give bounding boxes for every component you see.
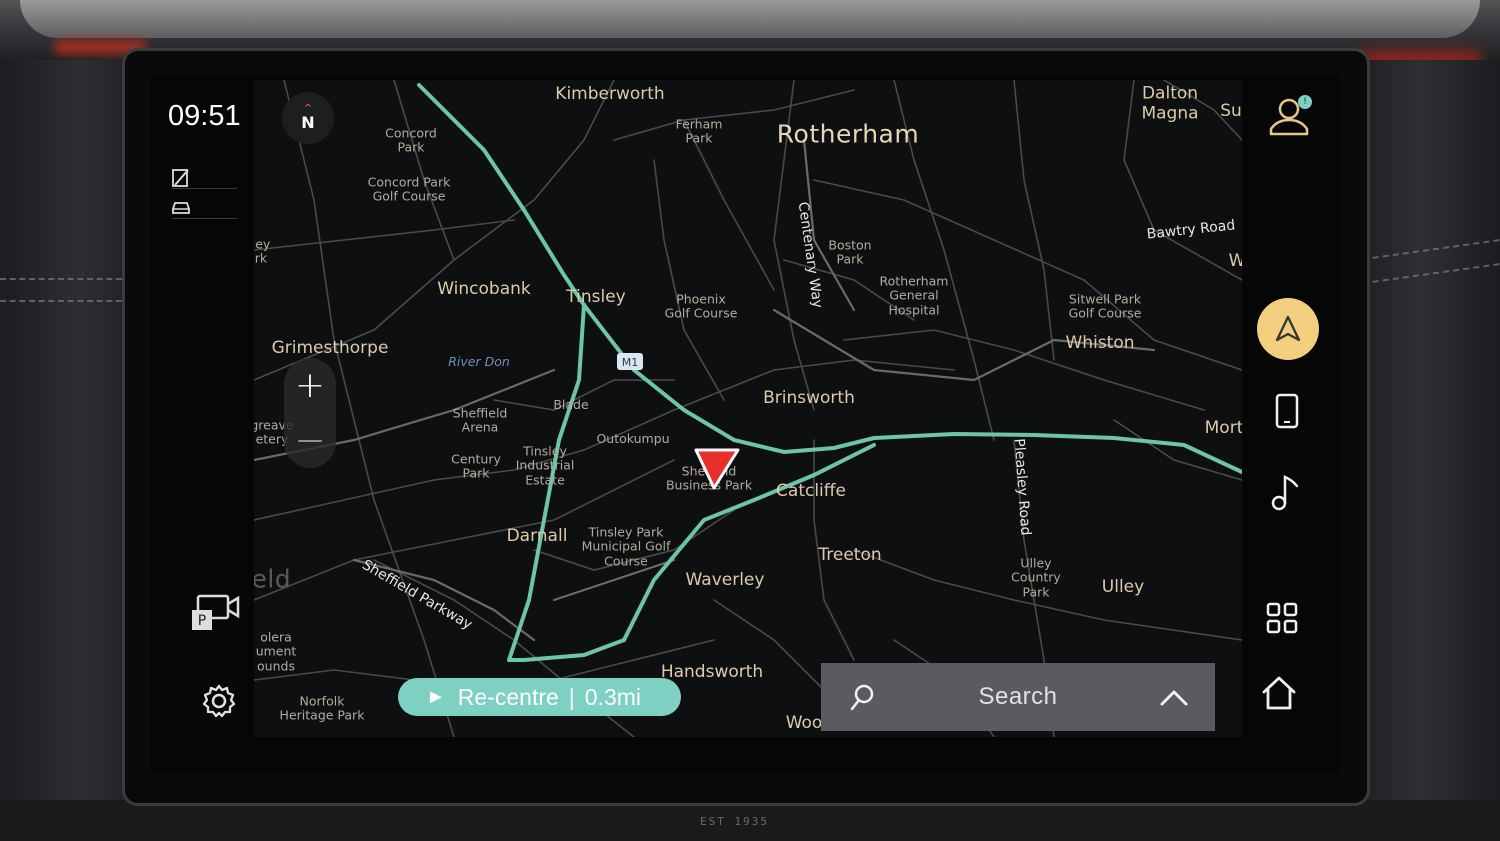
map-label: olera ument ounds: [255, 629, 297, 674]
chevron-up-icon[interactable]: [1159, 687, 1189, 707]
map-label: Waverley: [685, 570, 765, 591]
map-label: Ferham Park: [675, 116, 723, 146]
map-label: Concord Park Golf Course: [367, 174, 451, 204]
map-label: Grimesthorpe: [271, 338, 389, 359]
map-label: Ulley Country Park: [1011, 555, 1061, 600]
map-label: Century Park: [451, 451, 501, 481]
map-label: Tinsley Industrial Estate: [515, 443, 575, 488]
current-location-arrow: [694, 448, 740, 490]
map-label: Mort: [1204, 418, 1242, 439]
recentre-distance: 0.3mi: [584, 683, 642, 710]
map-label: Ulley: [1101, 577, 1145, 598]
map-label: Treeton: [818, 545, 882, 566]
home-icon[interactable]: [1260, 674, 1298, 712]
search-bar[interactable]: Search: [821, 663, 1215, 731]
leather-panel-right: [1365, 60, 1500, 841]
engraving: EST 1935: [700, 815, 769, 828]
settings-icon[interactable]: [201, 683, 237, 719]
separator: [172, 188, 237, 189]
map-label: Darnall: [506, 526, 568, 547]
map-label: W: [1228, 251, 1242, 272]
map-label: Brinsworth: [763, 388, 855, 409]
map-label: Su: [1220, 101, 1242, 122]
zoom-out-button[interactable]: —: [284, 413, 336, 468]
apps-grid-icon[interactable]: [1266, 602, 1298, 634]
map-label: Sitwell Park Golf Course: [1068, 291, 1142, 321]
map-label: Dalton Magna: [1141, 83, 1199, 123]
zoom-control: + —: [284, 358, 336, 468]
camera-park-icon[interactable]: P: [192, 590, 240, 632]
north-indicator-icon: ^: [303, 102, 313, 114]
motorway-shield-label: M1: [622, 356, 639, 369]
map-label: Whiston: [1065, 333, 1135, 354]
navigation-icon: [1275, 315, 1301, 342]
map-label: Sheffield Arena: [452, 405, 508, 435]
separator: [172, 218, 237, 219]
car-icon[interactable]: [171, 199, 191, 215]
search-label: Search: [978, 683, 1058, 710]
map-label: Wincobank: [437, 279, 531, 300]
map-label: Phoenix Golf Course: [664, 291, 738, 321]
map-label: Rotherham General Hospital: [879, 273, 949, 318]
divider: |: [568, 683, 575, 710]
map-label: Catcliffe: [776, 481, 846, 502]
stitching: [0, 278, 122, 280]
map-label: ley rk: [254, 236, 271, 266]
map-label: Blade: [553, 396, 589, 412]
phone-icon[interactable]: [1275, 393, 1299, 429]
compass-label: N: [301, 112, 315, 132]
search-icon: [850, 684, 874, 711]
map-label: Rotherham: [776, 119, 920, 149]
map-label: Tinsley Park Municipal Golf Course: [581, 524, 671, 569]
leather-panel-left: [0, 60, 135, 841]
map-label: Concord Park: [385, 125, 437, 155]
notification-badge: !: [1298, 95, 1312, 109]
clock: 09:51: [168, 100, 241, 132]
zoom-in-button[interactable]: +: [284, 358, 336, 413]
map-label: Norfolk Heritage Park: [279, 693, 365, 723]
map-label: Outokumpu: [596, 430, 670, 446]
map-label: Woo: [785, 713, 823, 734]
navigation-map[interactable]: M1 Kimberworth Ferham Park Rotherham Dal…: [254, 80, 1242, 737]
map-label: River Don: [448, 353, 510, 369]
navigation-button[interactable]: [1257, 298, 1319, 360]
compass-button[interactable]: ^ N: [282, 92, 334, 144]
recentre-label: Re-centre: [457, 683, 559, 710]
map-label: Boston Park: [828, 237, 872, 267]
map-label: Kimberworth: [555, 84, 665, 105]
stitching: [0, 300, 122, 302]
arrow-icon: ►: [426, 685, 446, 708]
music-icon[interactable]: [1270, 474, 1300, 512]
map-label: Handsworth: [660, 662, 764, 683]
map-label: Sheffield: [254, 564, 292, 594]
svg-text:P: P: [198, 613, 206, 629]
map-label: Tinsley: [566, 287, 626, 308]
recentre-button[interactable]: ► Re-centre | 0.3mi: [398, 678, 681, 716]
edit-icon[interactable]: [171, 168, 191, 188]
dashboard-trim: [20, 0, 1480, 38]
